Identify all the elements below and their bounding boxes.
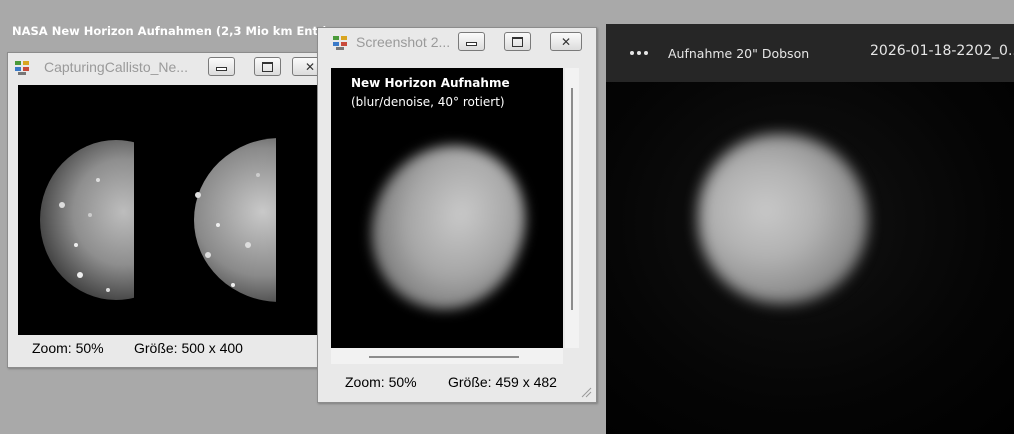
minimize-button[interactable]	[208, 57, 235, 76]
screenshot-status-size: Größe: 459 x 482	[448, 374, 557, 390]
callisto-status-size: Größe: 500 x 400	[134, 340, 243, 356]
viewer-header: Aufnahme 20" Dobson 2026-01-18-2202_0...	[606, 24, 1014, 82]
annotation-label: NASA New Horizon Aufnahmen (2,3 Mio km E…	[12, 24, 328, 38]
app-icon	[333, 36, 347, 50]
more-dots-icon[interactable]	[628, 44, 652, 62]
callisto-right-disk	[194, 138, 276, 302]
callisto-status-zoom: Zoom: 50%	[32, 340, 104, 356]
screenshot-window-title: Screenshot 2...	[356, 34, 451, 50]
screenshot-status-zoom: Zoom: 50%	[345, 374, 417, 390]
callisto-image	[40, 138, 276, 302]
maximize-icon	[512, 36, 523, 47]
blurred-moon-image	[349, 123, 547, 331]
callisto-left-disk	[40, 140, 134, 300]
overlay-title: New Horizon Aufnahme	[351, 76, 510, 90]
viewer-caption: Aufnahme 20" Dobson	[668, 46, 810, 61]
vertical-scroll-thumb[interactable]	[571, 88, 573, 310]
minimize-button[interactable]	[458, 32, 485, 51]
telescope-image	[606, 82, 1014, 434]
close-icon: ✕	[560, 34, 572, 49]
overlay-subtitle: (blur/denoise, 40° rotiert)	[351, 95, 505, 109]
callisto-image-canvas[interactable]	[18, 85, 322, 335]
close-icon: ✕	[305, 59, 316, 74]
image-viewer-panel[interactable]: Aufnahme 20" Dobson 2026-01-18-2202_0...	[606, 24, 1014, 434]
maximize-button[interactable]	[254, 57, 281, 76]
viewer-filename: 2026-01-18-2202_0...	[870, 43, 1014, 59]
horizontal-scroll-thumb[interactable]	[369, 356, 519, 358]
vertical-scrollbar[interactable]	[565, 68, 579, 348]
close-button[interactable]: ✕	[550, 32, 582, 51]
minimize-icon	[216, 66, 227, 71]
screenshot-titlebar[interactable]: Screenshot 2... ✕	[318, 28, 596, 58]
minimize-icon	[466, 41, 477, 46]
callisto-window[interactable]: CapturingCallisto_Ne... ✕ Zoom: 50% Größ…	[7, 52, 329, 368]
resize-grip-icon[interactable]	[580, 386, 592, 398]
app-icon	[15, 61, 29, 75]
telescope-moon	[698, 134, 868, 304]
screenshot-image-canvas[interactable]: New Horizon Aufnahme (blur/denoise, 40° …	[331, 68, 563, 348]
maximize-icon	[262, 61, 273, 72]
screenshot-window[interactable]: Screenshot 2... ✕ New Horizon Aufnahme (…	[317, 27, 597, 403]
maximize-button[interactable]	[504, 32, 531, 51]
callisto-window-title: CapturingCallisto_Ne...	[44, 59, 188, 75]
callisto-titlebar[interactable]: CapturingCallisto_Ne... ✕	[8, 53, 328, 83]
horizontal-scrollbar[interactable]	[331, 348, 563, 364]
